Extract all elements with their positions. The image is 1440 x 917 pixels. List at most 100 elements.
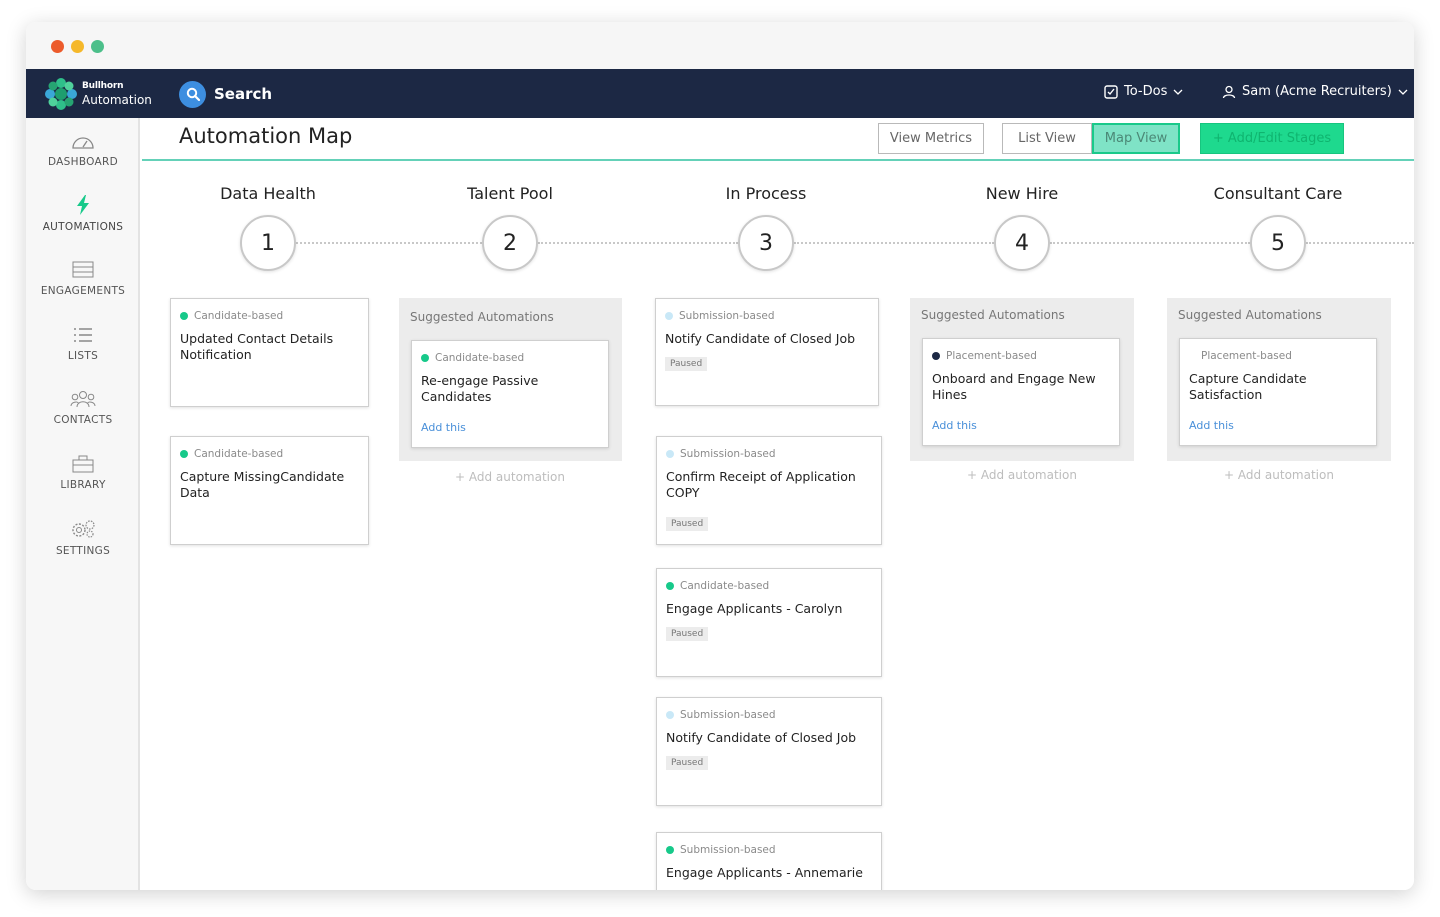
add-automation-link[interactable]: + Add automation: [967, 468, 1077, 482]
suggested-card[interactable]: Placement-based Onboard and Engage New H…: [922, 338, 1120, 446]
status-dot: [666, 846, 674, 854]
sidebar-item-label: AUTOMATIONS: [42, 221, 124, 233]
todos-menu[interactable]: To-Dos: [1104, 84, 1183, 99]
chevron-down-icon: [1173, 89, 1183, 95]
stage-number[interactable]: 5: [1250, 215, 1306, 271]
card-type: Submission-based: [666, 709, 776, 721]
card-type-label: Submission-based: [680, 709, 776, 721]
paused-badge: Paused: [666, 627, 709, 641]
stage-title: Consultant Care: [1213, 184, 1343, 203]
sidebar-item-settings[interactable]: SETTINGS: [26, 519, 140, 557]
card-type: Candidate-based: [421, 352, 524, 364]
stage-title: In Process: [725, 184, 807, 203]
stage-connector: [538, 242, 738, 244]
sidebar-item-contacts[interactable]: CONTACTS: [26, 390, 140, 426]
add-this-link[interactable]: Add this: [1189, 419, 1234, 432]
suggested-title: Suggested Automations: [410, 310, 554, 324]
list-icon: [74, 328, 92, 342]
checkbox-icon: [1104, 84, 1118, 99]
brand-line1: Bullhorn: [82, 81, 124, 91]
stage-number[interactable]: 1: [240, 215, 296, 271]
automation-card[interactable]: Submission-based Notify Candidate of Clo…: [656, 697, 882, 806]
sidebar-item-dashboard[interactable]: DASHBOARD: [26, 132, 140, 168]
stage-title: Talent Pool: [467, 184, 553, 203]
card-title: Engage Applicants - Carolyn: [666, 601, 843, 616]
add-automation-link[interactable]: + Add automation: [1224, 468, 1334, 482]
gear-icon: [72, 520, 95, 538]
brand[interactable]: Bullhorn Automation: [44, 77, 164, 111]
status-dot: [666, 450, 674, 458]
stage-connector: [1050, 242, 1250, 244]
search-label: Search: [214, 85, 273, 103]
card-type: Candidate-based: [666, 580, 769, 592]
status-dot: [180, 450, 188, 458]
stage-title: New Hire: [985, 184, 1059, 203]
add-automation-link[interactable]: + Add automation: [455, 470, 565, 484]
stage-connector: [794, 242, 994, 244]
stage-number[interactable]: 4: [994, 215, 1050, 271]
add-edit-stages-button[interactable]: + Add/Edit Stages: [1200, 123, 1344, 154]
card-type: Placement-based: [932, 350, 1037, 362]
user-icon: [1222, 85, 1236, 98]
sidebar-item-engagements[interactable]: ENGAGEMENTS: [26, 261, 140, 297]
suggested-card[interactable]: Candidate-based Re-engage Passive Candid…: [411, 340, 609, 448]
automation-card[interactable]: Submission-based Confirm Receipt of Appl…: [656, 436, 882, 545]
sidebar-item-lists[interactable]: LISTS: [26, 326, 140, 362]
card-type: Submission-based: [666, 448, 776, 460]
automation-card[interactable]: Candidate-based Updated Contact Details …: [170, 298, 369, 407]
stage-number[interactable]: 3: [738, 215, 794, 271]
list-view-button[interactable]: List View: [1002, 123, 1092, 154]
card-title: Capture Candidate Satisfaction: [1189, 371, 1307, 402]
top-navigation: Bullhorn Automation Search To-Dos Sam (A…: [26, 69, 1414, 118]
card-type: Submission-based: [665, 310, 775, 322]
card-type-label: Candidate-based: [194, 448, 284, 460]
sidebar-item-library[interactable]: LIBRARY: [26, 455, 140, 491]
maximize-window-button[interactable]: [91, 40, 104, 53]
automation-map: Automation Map View Metrics List View Ma…: [142, 118, 1414, 890]
lightning-icon: [77, 195, 89, 215]
map-view-button[interactable]: Map View: [1092, 123, 1180, 154]
minimize-window-button[interactable]: [71, 40, 84, 53]
automation-card[interactable]: Candidate-based Engage Applicants - Caro…: [656, 568, 882, 677]
card-type: Candidate-based: [180, 310, 283, 322]
status-dot: [666, 582, 674, 590]
suggested-card[interactable]: Placement-based Capture Candidate Satisf…: [1179, 338, 1377, 446]
stage-number[interactable]: 2: [482, 215, 538, 271]
card-title: Confirm Receipt of Application COPY: [666, 469, 856, 500]
card-title: Engage Applicants - Annemarie: [666, 865, 863, 880]
suggested-automations-panel: Suggested Automations Placement-based Ca…: [1167, 298, 1391, 461]
card-type: Placement-based: [1201, 350, 1292, 362]
sidebar-item-label: DASHBOARD: [47, 156, 118, 168]
header-divider: [142, 159, 1414, 161]
add-this-link[interactable]: Add this: [421, 421, 466, 434]
sidebar-item-automations[interactable]: AUTOMATIONS: [26, 195, 140, 233]
automation-card[interactable]: Submission-based Notify Candidate of Clo…: [655, 298, 879, 406]
status-dot: [180, 312, 188, 320]
brand-line2: Automation: [82, 93, 152, 107]
view-metrics-button[interactable]: View Metrics: [878, 123, 984, 154]
card-type-label: Placement-based: [946, 350, 1037, 362]
stage-connector: [1306, 242, 1414, 244]
suggested-automations-panel: Suggested Automations Candidate-based Re…: [399, 298, 622, 461]
card-type-label: Placement-based: [1201, 350, 1292, 362]
card-type-label: Candidate-based: [680, 580, 770, 592]
user-menu[interactable]: Sam (Acme Recruiters): [1222, 84, 1408, 99]
stage-connector: [296, 242, 482, 244]
paused-badge: Paused: [666, 756, 709, 770]
card-type-label: Submission-based: [680, 844, 776, 856]
app-window: Bullhorn Automation Search To-Dos Sam (A…: [26, 22, 1414, 890]
stage-title: Data Health: [220, 184, 316, 203]
search-button[interactable]: Search: [179, 80, 272, 108]
card-type-label: Candidate-based: [435, 352, 525, 364]
automation-card[interactable]: Submission-based Engage Applicants - Ann…: [656, 832, 882, 890]
add-this-link[interactable]: Add this: [932, 419, 977, 432]
status-dot: [666, 711, 674, 719]
close-window-button[interactable]: [51, 40, 64, 53]
card-title: Re-engage Passive Candidates: [421, 373, 539, 404]
sidebar-item-label: SETTINGS: [55, 545, 111, 557]
gauge-icon: [72, 137, 94, 149]
search-icon: [179, 80, 206, 108]
sidebar-item-label: LISTS: [67, 350, 99, 362]
automation-card[interactable]: Candidate-based Capture MissingCandidate…: [170, 436, 369, 545]
sidebar-item-label: ENGAGEMENTS: [40, 285, 126, 297]
